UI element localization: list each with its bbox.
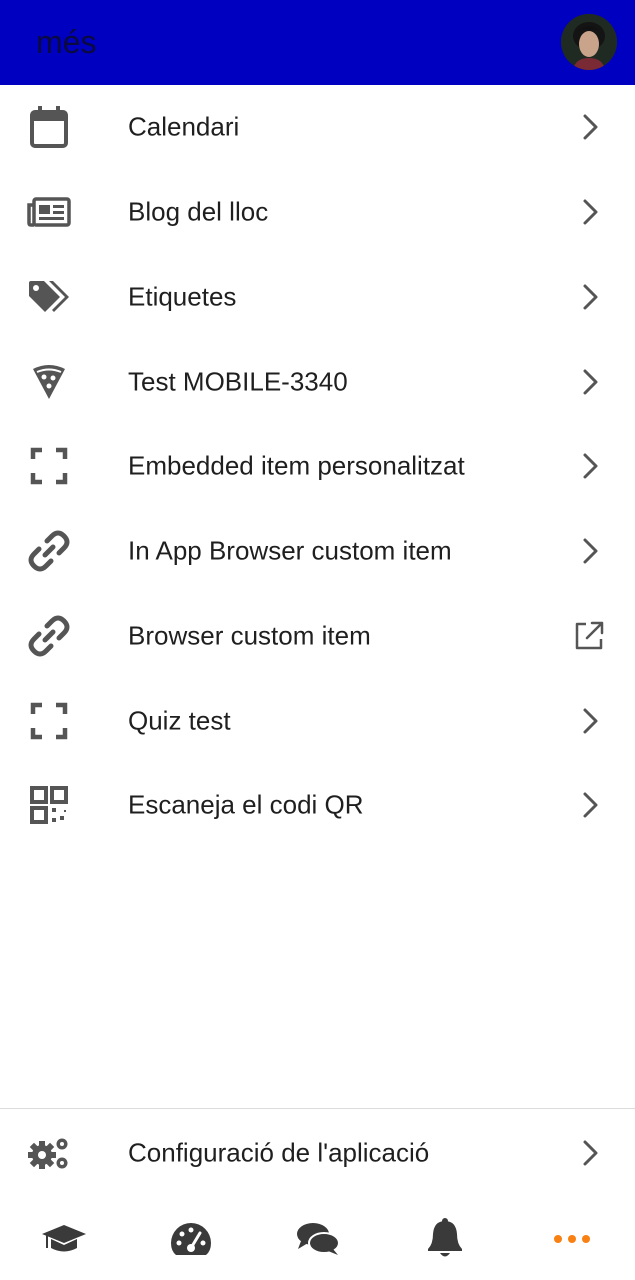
menu-item-label: Etiquetes: [128, 281, 237, 312]
menu-item-label: Escaneja el codi QR: [128, 789, 364, 820]
pizza-slice-icon: [27, 360, 71, 404]
dashboard-icon: [170, 1222, 211, 1255]
chevron-right-icon: [578, 536, 602, 566]
expand-icon: [27, 699, 71, 743]
expand-icon: [27, 444, 71, 488]
tab-dashboard[interactable]: [127, 1197, 254, 1280]
menu-item-label: Test MOBILE-3340: [128, 366, 348, 397]
chevron-right-icon: [578, 282, 602, 312]
settings-label: Configuració de l'aplicació: [128, 1137, 430, 1168]
more-menu-list: Calendari Blog del lloc Etiquetes Test M…: [0, 85, 635, 848]
more-icon: [553, 1234, 590, 1243]
chevron-right-icon: [578, 451, 602, 481]
link-icon: [27, 529, 71, 573]
chevron-right-icon: [578, 367, 602, 397]
menu-item-site-blog[interactable]: Blog del lloc: [0, 170, 635, 255]
chevron-right-icon: [578, 706, 602, 736]
menu-item-label: Calendari: [128, 111, 240, 142]
external-link-icon: [572, 619, 606, 653]
menu-item-in-app-browser[interactable]: In App Browser custom item: [0, 509, 635, 594]
menu-item-label: Browser custom item: [128, 620, 371, 651]
menu-item-quiz-test[interactable]: Quiz test: [0, 678, 635, 763]
link-icon: [27, 614, 71, 658]
avatar[interactable]: [561, 14, 617, 70]
menu-item-calendar[interactable]: Calendari: [0, 85, 635, 170]
graduation-cap-icon: [41, 1224, 86, 1251]
menu-item-scan-qr[interactable]: Escaneja el codi QR: [0, 763, 635, 848]
chevron-right-icon: [578, 790, 602, 820]
messages-icon: [296, 1222, 340, 1255]
tab-more[interactable]: [508, 1197, 635, 1280]
tab-messages[interactable]: [254, 1197, 381, 1280]
chevron-right-icon: [578, 197, 602, 227]
menu-item-test-mobile-3340[interactable]: Test MOBILE-3340: [0, 339, 635, 424]
calendar-icon: [27, 105, 71, 149]
menu-item-embedded[interactable]: Embedded item personalitzat: [0, 424, 635, 509]
tab-notifications[interactable]: [381, 1197, 508, 1280]
newspaper-icon: [27, 190, 71, 234]
menu-item-tags[interactable]: Etiquetes: [0, 255, 635, 340]
menu-item-label: Blog del lloc: [128, 196, 269, 227]
bottom-tab-bar: [0, 1197, 635, 1280]
chevron-right-icon: [578, 112, 602, 142]
menu-item-label: In App Browser custom item: [128, 535, 452, 566]
chevron-right-icon: [578, 1138, 602, 1168]
menu-item-browser[interactable]: Browser custom item: [0, 594, 635, 679]
app-header: més: [0, 0, 635, 85]
menu-item-app-settings[interactable]: Configuració de l'aplicació: [0, 1108, 635, 1198]
qrcode-icon: [27, 783, 71, 827]
bell-icon: [427, 1217, 462, 1256]
tab-my-courses[interactable]: [0, 1197, 127, 1280]
menu-item-label: Embedded item personalitzat: [128, 450, 465, 481]
tags-icon: [27, 275, 71, 319]
page-title: més: [36, 24, 97, 60]
cogs-icon: [27, 1131, 71, 1175]
menu-item-label: Quiz test: [128, 705, 231, 736]
avatar-image: [561, 14, 617, 70]
